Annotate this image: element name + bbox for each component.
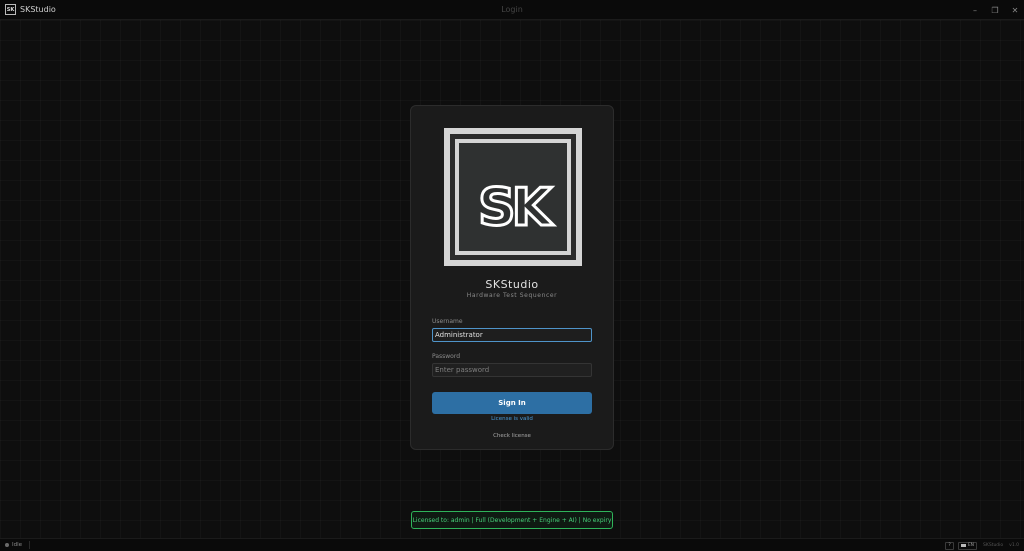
status-text: Idle (12, 542, 23, 548)
check-license-link[interactable]: Check license (411, 433, 613, 439)
status-bar: Idle ? EN SKStudio v1.0 (0, 538, 1024, 551)
language-selector[interactable]: EN (957, 541, 978, 550)
login-card: SK SKStudio Hardware Test Sequencer User… (410, 105, 614, 450)
username-input[interactable] (432, 328, 592, 342)
title-bar: SK SKStudio Login – ❐ ✕ (0, 0, 1024, 20)
license-status-link[interactable]: License is valid (411, 416, 613, 422)
app-window: SK SKStudio Login – ❐ ✕ SK SKStudio Hard… (0, 0, 1024, 551)
flag-icon (960, 544, 966, 547)
app-logo-icon: SK (5, 4, 16, 15)
sign-in-button[interactable]: Sign In (432, 392, 592, 414)
sk-logo-icon: SK (444, 128, 582, 266)
status-divider (29, 541, 31, 549)
help-button[interactable]: ? (945, 541, 954, 550)
username-label: Username (432, 318, 463, 325)
close-button[interactable]: ✕ (1006, 0, 1024, 20)
password-label: Password (432, 353, 461, 360)
status-app-name: SKStudio (983, 543, 1004, 548)
language-label: EN (967, 543, 975, 548)
license-banner: Licensed to: admin | Full (Development +… (411, 511, 613, 529)
minimize-button[interactable]: – (966, 0, 984, 20)
app-name: SKStudio (20, 5, 56, 14)
brand-title: SKStudio (485, 278, 539, 291)
status-bar-right: ? EN SKStudio v1.0 (941, 539, 1019, 551)
logo-text: SK (478, 178, 553, 238)
password-input[interactable] (432, 363, 592, 377)
license-banner-text: Licensed to: admin | Full (Development +… (412, 516, 612, 524)
window-title: Login (501, 5, 523, 14)
status-indicator-icon (5, 543, 9, 547)
status-version: v1.0 (1009, 543, 1019, 548)
app-logo-text: SK (6, 6, 15, 13)
restore-button[interactable]: ❐ (986, 0, 1004, 20)
window-controls: – ❐ ✕ (964, 0, 1024, 20)
brand-subtitle: Hardware Test Sequencer (466, 292, 558, 299)
